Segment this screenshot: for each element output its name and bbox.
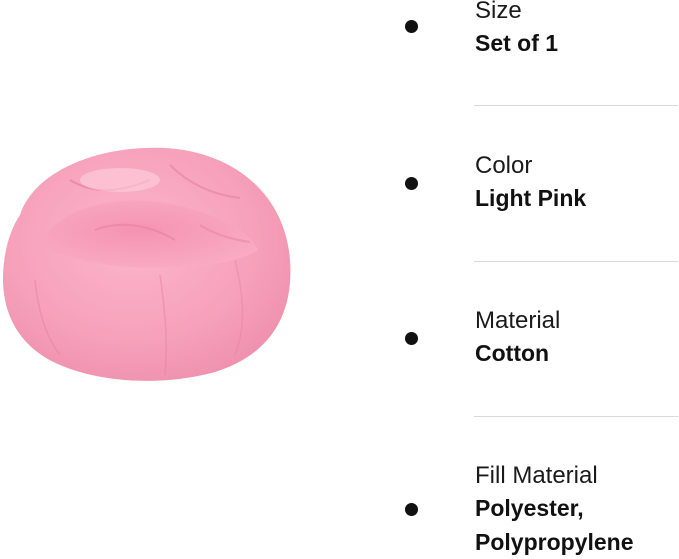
spec-value: Polyester, [475,495,584,521]
bullet-icon [405,177,418,190]
spec-size: Size Set of 1 [400,0,679,105]
spec-value: Light Pink [475,185,587,211]
divider [474,416,678,417]
bean-bag-chair-image [2,147,291,381]
spec-material: Material Cotton [400,305,679,410]
spec-fill-material: Fill Material Polyester, Polypropylene [400,460,679,559]
spec-value: Polypropylene [475,529,634,555]
bullet-icon [405,332,418,345]
bullet-icon [405,503,418,516]
spec-value: Set of 1 [475,30,559,56]
spec-label: Color [475,152,533,179]
spec-label: Material [475,307,561,334]
spec-color: Color Light Pink [400,150,679,255]
divider [474,261,678,262]
spec-value: Cotton [475,340,550,366]
spec-label: Fill Material [475,462,598,489]
divider [474,105,678,106]
spec-label: Size [475,0,522,24]
bullet-icon [405,20,418,33]
